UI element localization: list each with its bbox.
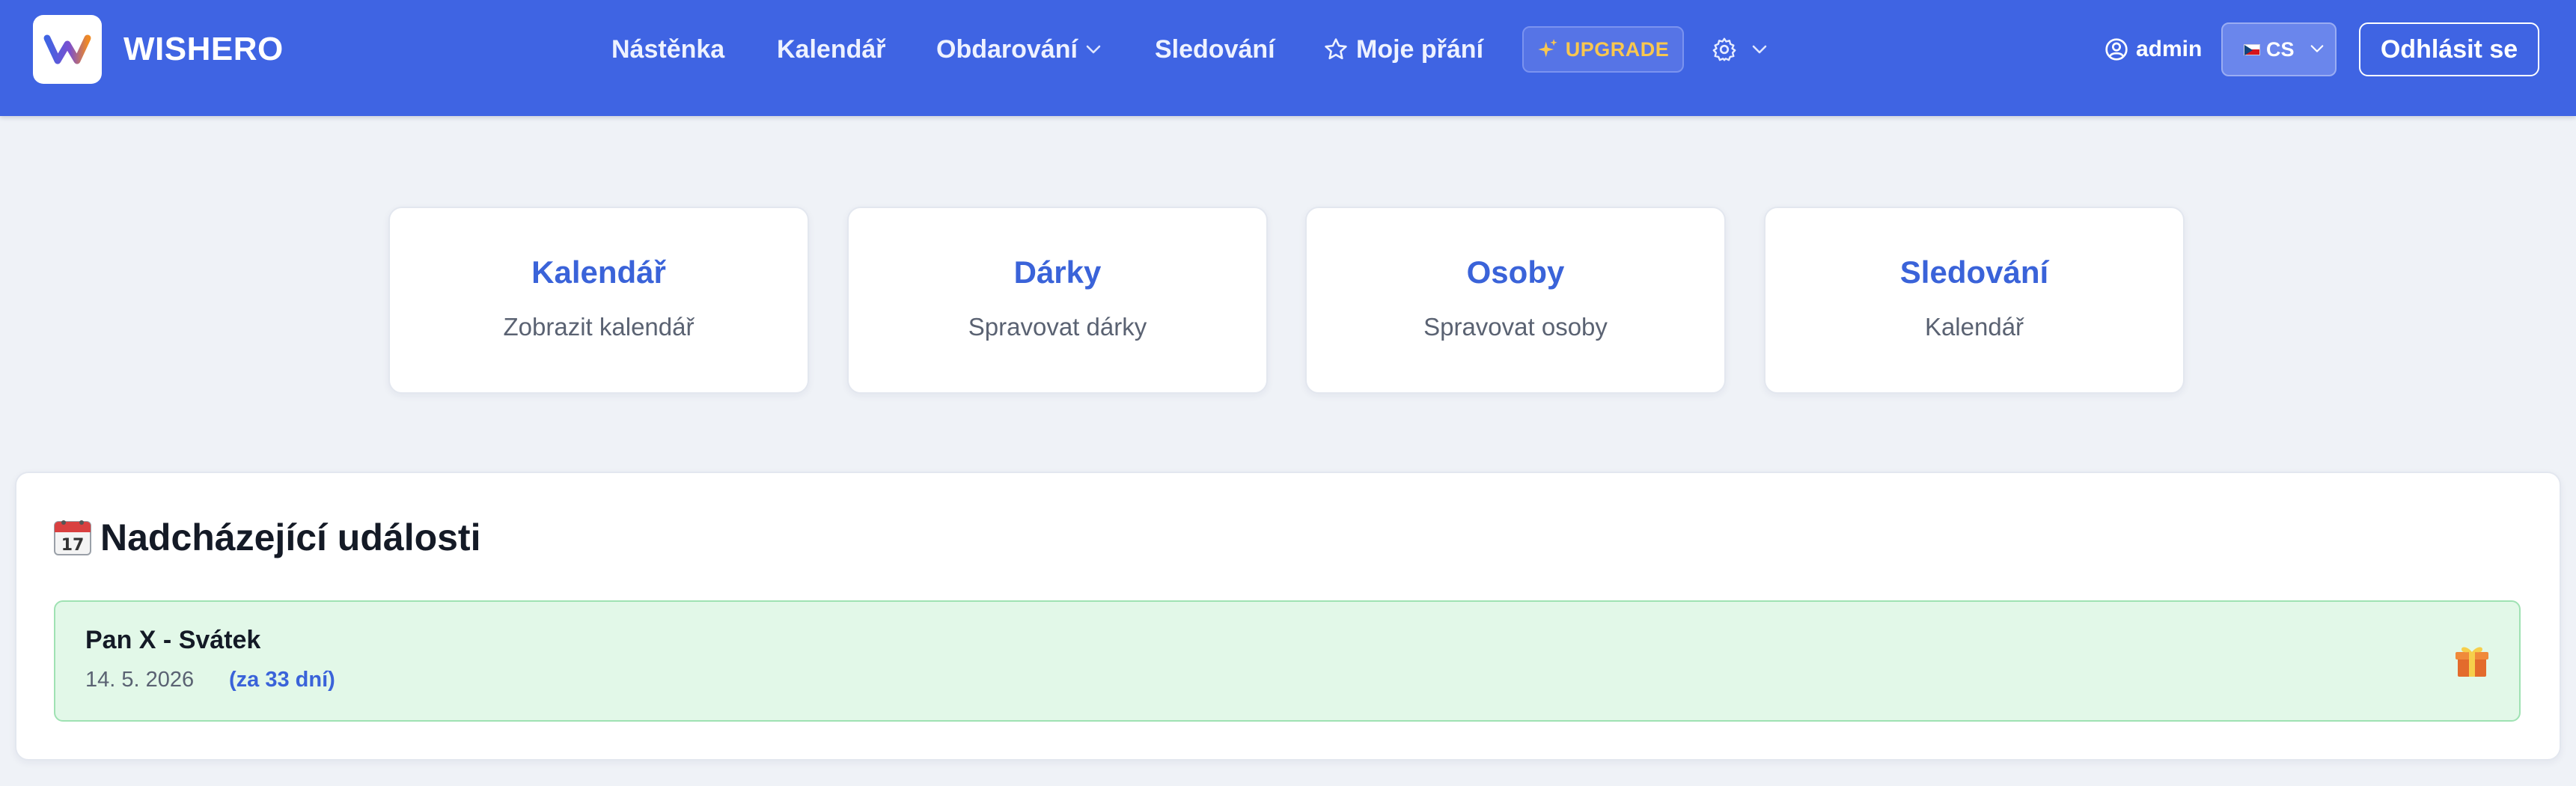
chevron-down-icon — [1086, 45, 1101, 54]
user-menu[interactable]: admin — [2105, 28, 2202, 70]
star-icon — [1325, 38, 1347, 60]
username: admin — [2136, 37, 2203, 61]
sparkles-icon — [1538, 39, 1557, 58]
card-subtitle: Kalendář — [1924, 313, 2024, 341]
chevron-down-icon — [2310, 45, 2324, 52]
upgrade-label: UPGRADE — [1565, 37, 1670, 61]
gear-icon — [1712, 37, 1736, 61]
chevron-down-icon — [1752, 45, 1767, 54]
card-title: Kalendář — [531, 255, 666, 290]
gift-icon — [2453, 642, 2491, 683]
nav-item-label: Obdarování — [936, 35, 1078, 64]
svg-text:17: 17 — [61, 536, 85, 555]
event-name: Pan X - Svátek — [85, 626, 261, 654]
quick-card-gifts[interactable]: Dárky Spravovat dárky — [847, 207, 1268, 394]
user-circle-icon — [2105, 38, 2128, 61]
brand-name[interactable]: WISHERO — [123, 27, 284, 72]
card-subtitle: Zobrazit kalendář — [503, 313, 695, 341]
language-code: CS — [2266, 37, 2295, 61]
panel-title-text: Nadcházející události — [100, 517, 481, 558]
nav-item-label: Kalendář — [777, 35, 886, 64]
quick-card-persons[interactable]: Osoby Spravovat osoby — [1305, 207, 1726, 394]
nav-item-gifting-dropdown[interactable]: Obdarování — [936, 27, 1102, 72]
logout-label: Odhlásit se — [2380, 34, 2518, 64]
czech-flag-icon — [2244, 43, 2260, 55]
logout-button[interactable]: Odhlásit se — [2359, 22, 2539, 76]
nav-item-calendar[interactable]: Kalendář — [777, 27, 886, 72]
card-title: Osoby — [1466, 255, 1565, 290]
nav-item-my-wishes[interactable]: Moje přání — [1323, 27, 1483, 72]
event-countdown: (za 33 dní) — [229, 668, 335, 692]
calendar-17-icon: 17 — [54, 520, 91, 555]
card-subtitle: Spravovat dárky — [968, 313, 1147, 341]
nav-item-dashboard[interactable]: Nástěnka — [611, 27, 724, 72]
wishero-logo-icon — [43, 34, 91, 64]
upgrade-button[interactable]: UPGRADE — [1522, 26, 1684, 73]
settings-dropdown[interactable] — [1711, 31, 1768, 67]
nav-item-label: Moje přání — [1356, 35, 1484, 64]
card-title: Dárky — [1013, 255, 1102, 290]
upcoming-events-panel: 17 Nadcházející události Pan X - Svátek … — [15, 472, 2561, 761]
card-title: Sledování — [1899, 255, 2049, 290]
event-date: 14. 5. 2026 — [85, 668, 195, 692]
nav-item-label: Sledování — [1155, 35, 1275, 64]
quick-card-calendar[interactable]: Kalendář Zobrazit kalendář — [388, 207, 809, 394]
wishero-logo[interactable] — [33, 15, 102, 84]
quick-card-tracking[interactable]: Sledování Kalendář — [1764, 207, 2185, 394]
nav-item-label: Nástěnka — [611, 35, 725, 64]
nav-item-tracking[interactable]: Sledování — [1155, 27, 1275, 72]
panel-title: 17 Nadcházející události — [52, 514, 480, 561]
top-navbar: WISHERO Nástěnka Kalendář Obdarování Sle… — [0, 0, 2576, 116]
card-subtitle: Spravovat osoby — [1423, 313, 1608, 341]
language-select[interactable]: CS — [2221, 22, 2337, 76]
event-item[interactable]: Pan X - Svátek 14. 5. 2026 (za 33 dní) — [54, 600, 2521, 722]
